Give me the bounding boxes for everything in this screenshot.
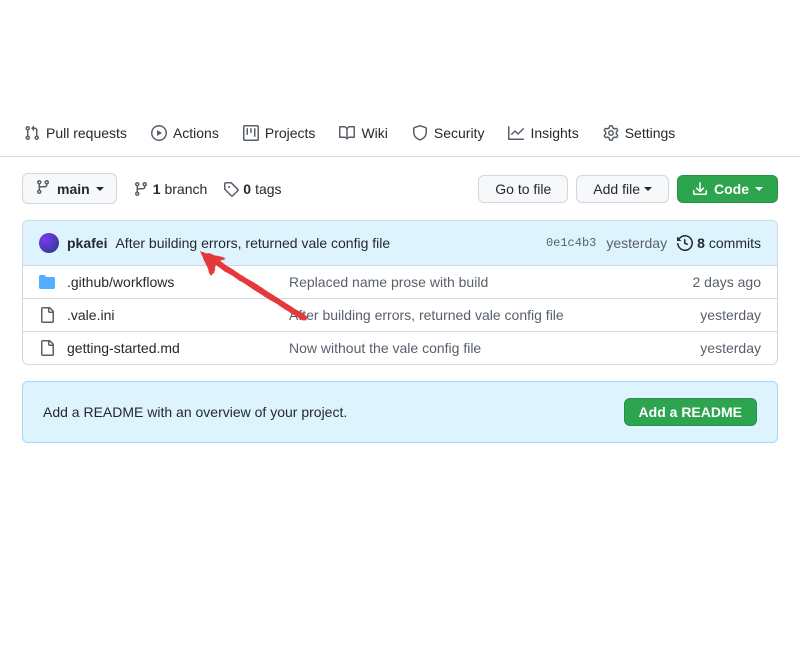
tab-wiki[interactable]: Wiki	[331, 119, 395, 147]
avatar[interactable]	[39, 233, 59, 253]
tab-pull-requests[interactable]: Pull requests	[16, 119, 135, 147]
caret-down-icon	[96, 187, 104, 191]
add-readme-button[interactable]: Add a README	[624, 398, 757, 426]
tag-icon	[223, 181, 239, 197]
tag-count-label: tags	[255, 181, 281, 197]
tab-settings[interactable]: Settings	[595, 119, 684, 147]
branch-count: 1	[153, 181, 161, 197]
add-file-button[interactable]: Add file	[576, 175, 669, 203]
shield-icon	[412, 125, 428, 141]
branch-count-link[interactable]: 1 branch	[133, 181, 208, 197]
file-name-link[interactable]: .github/workflows	[67, 274, 174, 290]
file-time: yesterday	[700, 340, 761, 356]
tab-insights[interactable]: Insights	[500, 119, 586, 147]
branch-count-label: branch	[164, 181, 207, 197]
nav-label: Projects	[265, 125, 316, 141]
readme-prompt-banner: Add a README with an overview of your pr…	[22, 381, 778, 443]
caret-down-icon	[755, 187, 763, 191]
commit-sha-link[interactable]: 0e1c4b3	[546, 236, 596, 250]
repo-toolbar: main 1 branch 0 tags Go to file Add file…	[0, 157, 800, 220]
nav-label: Pull requests	[46, 125, 127, 141]
latest-commit-bar: pkafei After building errors, returned v…	[23, 221, 777, 266]
readme-prompt-text: Add a README with an overview of your pr…	[43, 404, 347, 420]
add-readme-label: Add a README	[639, 404, 742, 420]
file-row: getting-started.md Now without the vale …	[23, 332, 777, 364]
code-label: Code	[714, 181, 749, 197]
file-icon	[39, 340, 55, 356]
history-icon	[677, 235, 693, 251]
file-name-link[interactable]: .vale.ini	[67, 307, 114, 323]
commit-author-link[interactable]: pkafei	[67, 235, 107, 251]
commit-message-link[interactable]: After building errors, returned vale con…	[115, 235, 390, 251]
gear-icon	[603, 125, 619, 141]
commits-label: commits	[709, 235, 761, 251]
branch-select-button[interactable]: main	[22, 173, 117, 204]
nav-label: Security	[434, 125, 485, 141]
graph-icon	[508, 125, 524, 141]
tag-count-link[interactable]: 0 tags	[223, 181, 281, 197]
play-icon	[151, 125, 167, 141]
file-row: .github/workflows Replaced name prose wi…	[23, 266, 777, 299]
code-button[interactable]: Code	[677, 175, 778, 203]
nav-label: Wiki	[361, 125, 387, 141]
folder-icon	[39, 274, 55, 290]
git-branch-icon	[133, 181, 149, 197]
file-commit-msg-link[interactable]: Replaced name prose with build	[289, 274, 681, 290]
git-branch-icon	[35, 179, 51, 198]
nav-label: Actions	[173, 125, 219, 141]
file-listing: pkafei After building errors, returned v…	[22, 220, 778, 365]
tab-security[interactable]: Security	[404, 119, 493, 147]
tag-count: 0	[243, 181, 251, 197]
tab-projects[interactable]: Projects	[235, 119, 324, 147]
nav-label: Insights	[530, 125, 578, 141]
git-pull-request-icon	[24, 125, 40, 141]
tab-actions[interactable]: Actions	[143, 119, 227, 147]
file-row: .vale.ini After building errors, returne…	[23, 299, 777, 332]
download-icon	[692, 181, 708, 197]
go-to-file-button[interactable]: Go to file	[478, 175, 568, 203]
nav-label: Settings	[625, 125, 676, 141]
file-name-link[interactable]: getting-started.md	[67, 340, 180, 356]
commits-count-link[interactable]: 8 commits	[677, 235, 761, 251]
commits-count: 8	[697, 235, 705, 251]
project-icon	[243, 125, 259, 141]
file-icon	[39, 307, 55, 323]
commit-time: yesterday	[606, 235, 667, 251]
branch-name: main	[57, 181, 90, 197]
file-commit-msg-link[interactable]: Now without the vale config file	[289, 340, 688, 356]
book-icon	[339, 125, 355, 141]
file-commit-msg-link[interactable]: After building errors, returned vale con…	[289, 307, 688, 323]
file-time: yesterday	[700, 307, 761, 323]
add-file-label: Add file	[593, 181, 640, 197]
caret-down-icon	[644, 187, 652, 191]
repo-nav: Pull requests Actions Projects Wiki Secu…	[0, 109, 800, 157]
file-time: 2 days ago	[693, 274, 762, 290]
